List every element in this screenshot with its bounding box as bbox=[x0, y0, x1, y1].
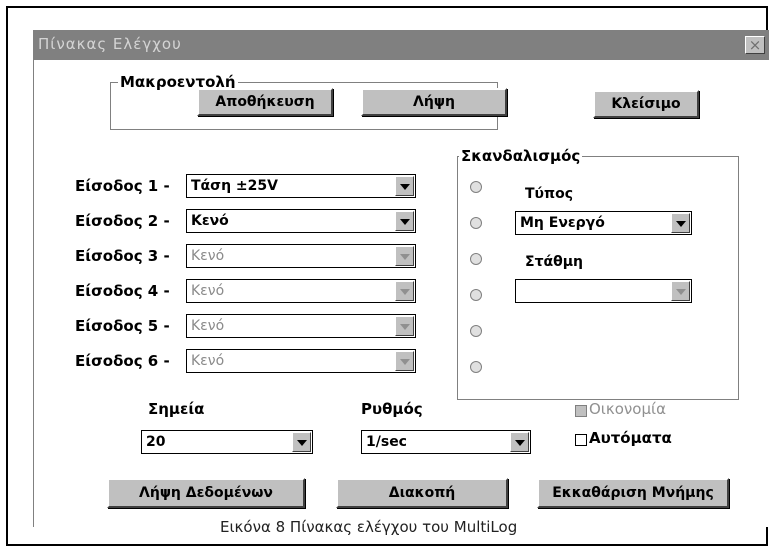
trigger-type-label: Τύπος bbox=[525, 186, 573, 202]
auto-checkbox[interactable] bbox=[575, 434, 587, 446]
economy-checkbox[interactable] bbox=[575, 405, 587, 417]
trigger-type-value: Μη Ενεργό bbox=[520, 215, 605, 231]
window-close-button[interactable]: × bbox=[745, 36, 765, 54]
save-button[interactable]: Αποθήκευση bbox=[197, 88, 333, 116]
trigger-group bbox=[457, 156, 739, 400]
rate-label: Ρυθμός bbox=[361, 400, 423, 418]
panel-content: Μακροεντολή Αποθήκευση Λήψη Κλείσιμο Είσ… bbox=[34, 60, 769, 527]
window-title: Πίνακας Ελέγχου bbox=[38, 35, 182, 53]
input-6-label: Είσοδος 6 - bbox=[75, 352, 170, 370]
chevron-down-icon[interactable] bbox=[671, 281, 690, 301]
input-1-value: Τάση ±25V bbox=[191, 178, 278, 194]
input-6-value: Κενό bbox=[191, 353, 225, 369]
title-bar: Πίνακας Ελέγχου × bbox=[34, 30, 769, 60]
trigger-level-label: Στάθμη bbox=[525, 254, 584, 270]
chevron-down-icon[interactable] bbox=[671, 213, 690, 233]
input-4-select[interactable]: Κενό bbox=[186, 279, 416, 303]
chevron-down-icon[interactable] bbox=[395, 351, 414, 371]
input-5-label: Είσοδος 5 - bbox=[75, 317, 170, 335]
chevron-down-icon[interactable] bbox=[395, 281, 414, 301]
chevron-down-icon[interactable] bbox=[395, 176, 414, 196]
trigger-group-label: Σκανδαλισμός bbox=[459, 147, 583, 165]
chevron-down-icon[interactable] bbox=[395, 316, 414, 336]
trigger-radio-6[interactable] bbox=[470, 361, 482, 373]
input-3-select[interactable]: Κενό bbox=[186, 244, 416, 268]
load-button[interactable]: Λήψη bbox=[361, 88, 507, 116]
input-2-label: Είσοδος 2 - bbox=[75, 212, 170, 230]
input-2-value: Κενό bbox=[191, 213, 229, 229]
points-select[interactable]: 20 bbox=[141, 430, 313, 454]
input-4-label: Είσοδος 4 - bbox=[75, 282, 170, 300]
control-panel-window: Πίνακας Ελέγχου × Μακροεντολή Αποθήκευση… bbox=[33, 30, 769, 527]
points-value: 20 bbox=[146, 434, 166, 450]
acquire-data-button[interactable]: Λήψη Δεδομένων bbox=[107, 478, 305, 508]
clear-memory-button[interactable]: Εκκαθάριση Μνήμης bbox=[537, 478, 729, 508]
rate-select[interactable]: 1/sec bbox=[361, 430, 531, 454]
trigger-radio-3[interactable] bbox=[470, 253, 482, 265]
auto-label: Αυτόματα bbox=[589, 429, 672, 447]
input-1-label: Είσοδος 1 - bbox=[75, 177, 170, 195]
input-4-value: Κενό bbox=[191, 283, 225, 299]
input-3-value: Κενό bbox=[191, 248, 225, 264]
input-6-select[interactable]: Κενό bbox=[186, 349, 416, 373]
chevron-down-icon[interactable] bbox=[292, 432, 311, 452]
rate-value: 1/sec bbox=[366, 434, 407, 450]
input-1-select[interactable]: Τάση ±25V bbox=[186, 174, 416, 198]
input-3-label: Είσοδος 3 - bbox=[75, 247, 170, 265]
chevron-down-icon[interactable] bbox=[395, 246, 414, 266]
economy-label: Οικονομία bbox=[589, 400, 666, 418]
trigger-radio-1[interactable] bbox=[470, 181, 482, 193]
trigger-radio-5[interactable] bbox=[470, 325, 482, 337]
points-label: Σημεία bbox=[148, 400, 205, 418]
close-button[interactable]: Κλείσιμο bbox=[593, 90, 699, 118]
chevron-down-icon[interactable] bbox=[395, 211, 414, 231]
input-5-select[interactable]: Κενό bbox=[186, 314, 416, 338]
stop-button[interactable]: Διακοπή bbox=[336, 478, 508, 508]
chevron-down-icon[interactable] bbox=[510, 432, 529, 452]
input-2-select[interactable]: Κενό bbox=[186, 209, 416, 233]
trigger-radio-2[interactable] bbox=[470, 217, 482, 229]
figure-caption: Εικόνα 8 Πίνακας ελέγχου του MultiLog bbox=[220, 518, 518, 536]
input-5-value: Κενό bbox=[191, 318, 225, 334]
trigger-radio-4[interactable] bbox=[470, 289, 482, 301]
trigger-level-select[interactable] bbox=[515, 279, 692, 303]
trigger-type-select[interactable]: Μη Ενεργό bbox=[515, 211, 692, 235]
